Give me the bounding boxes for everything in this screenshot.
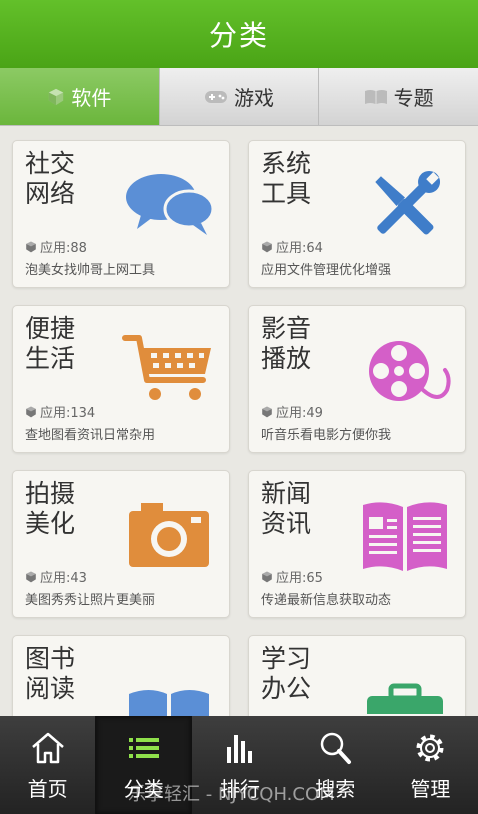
open-book-icon [129, 690, 209, 716]
nav-label: 排行 [220, 776, 260, 801]
app-count-text: 应用:43 [40, 571, 87, 586]
gear-icon [416, 734, 444, 761]
cube-icon [26, 241, 36, 252]
app-count: 应用:64 [261, 237, 323, 256]
app-count: 应用:134 [25, 402, 95, 421]
cube-icon [262, 241, 272, 252]
page-title: 分类 [0, 0, 478, 68]
app-count: 应用:49 [261, 402, 323, 421]
category-description: 泡美女找帅哥上网工具 [25, 263, 156, 278]
category-card-life[interactable]: 便捷 生活 应用:134 查地图看资讯日常杂用 [12, 305, 230, 453]
category-grid: 社交 网络 应用:88 泡美女找帅哥上网工具 系统 工具 应用:64 应用文件管… [0, 126, 478, 716]
cube-icon [262, 571, 272, 582]
category-title: 图书 阅读 [25, 644, 76, 703]
category-card-news[interactable]: 新闻 资讯 应用:65 传递最新信息获取动态 [248, 470, 466, 618]
briefcase-icon [367, 683, 443, 716]
bottom-nav: 首页 分类 排行 搜索 管理 [0, 716, 478, 814]
category-card-system-tools[interactable]: 系统 工具 应用:64 应用文件管理优化增强 [248, 140, 466, 288]
cube-icon [262, 406, 272, 417]
category-title: 新闻 资讯 [261, 479, 312, 538]
bar-chart-icon [227, 734, 252, 763]
app-count: 应用:65 [261, 567, 323, 586]
header-title: 分类 [208, 19, 269, 52]
chat-bubbles-icon [126, 174, 215, 235]
cube-icon [47, 88, 65, 106]
film-reel-icon [369, 341, 451, 401]
tab-label: 游戏 [234, 86, 274, 110]
app-count-text: 应用:65 [276, 571, 323, 586]
app-count-text: 应用:88 [40, 241, 87, 256]
nav-ranking[interactable]: 排行 [192, 716, 287, 814]
newspaper-icon [363, 502, 447, 571]
category-description: 美图秀秀让照片更美丽 [25, 593, 156, 608]
cube-icon [26, 571, 36, 582]
category-title: 拍摄 美化 [25, 479, 76, 538]
nav-label: 管理 [410, 776, 451, 801]
category-title: 系统 工具 [261, 149, 312, 208]
category-card-photo[interactable]: 拍摄 美化 应用:43 美图秀秀让照片更美丽 [12, 470, 230, 618]
nav-label: 搜索 [315, 776, 356, 801]
shopping-cart-icon [122, 335, 211, 400]
app-count: 应用:88 [25, 237, 87, 256]
tools-icon [375, 170, 441, 235]
category-title: 便捷 生活 [25, 314, 76, 373]
nav-manage[interactable]: 管理 [383, 716, 478, 814]
gamepad-icon [204, 89, 228, 105]
category-card-media[interactable]: 影音 播放 应用:49 听音乐看电影方便你我 [248, 305, 466, 453]
tab-label: 软件 [71, 86, 112, 110]
search-icon [320, 732, 352, 764]
category-description: 查地图看资讯日常杂用 [25, 428, 156, 443]
nav-home[interactable]: 首页 [0, 716, 95, 814]
book-icon [364, 89, 388, 105]
app-count-text: 应用:49 [276, 406, 323, 421]
category-description: 听音乐看电影方便你我 [261, 428, 392, 443]
category-description: 传递最新信息获取动态 [261, 593, 392, 608]
category-title: 社交 网络 [25, 149, 76, 208]
tab-label: 专题 [393, 86, 434, 110]
category-description: 应用文件管理优化增强 [261, 263, 392, 278]
cube-icon [26, 406, 36, 417]
nav-label: 首页 [27, 776, 68, 801]
tab-topics[interactable]: 专题 [319, 68, 478, 125]
app-count-text: 应用:64 [276, 241, 323, 256]
category-card-social[interactable]: 社交 网络 应用:88 泡美女找帅哥上网工具 [12, 140, 230, 288]
nav-category[interactable]: 分类 [95, 716, 193, 814]
home-icon [31, 732, 64, 763]
camera-icon [129, 503, 209, 567]
category-title: 学习 办公 [261, 644, 312, 703]
nav-search[interactable]: 搜索 [288, 716, 383, 814]
list-icon [128, 737, 159, 758]
app-count: 应用:43 [25, 567, 87, 586]
tab-software[interactable]: 软件 [0, 68, 160, 125]
category-card-reading[interactable]: 图书 阅读 [12, 635, 230, 716]
category-title: 影音 播放 [261, 314, 312, 373]
category-card-study-office[interactable]: 学习 办公 [248, 635, 466, 716]
app-count-text: 应用:134 [40, 406, 96, 421]
tab-games[interactable]: 游戏 [159, 68, 320, 125]
category-tabs: 软件 游戏 专题 [0, 68, 478, 126]
nav-label: 分类 [123, 776, 164, 801]
